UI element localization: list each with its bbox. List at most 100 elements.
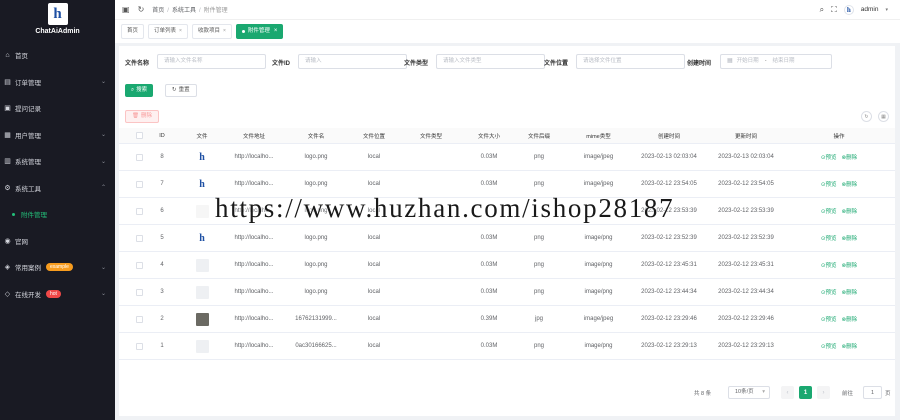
delete-link[interactable]: ⊗删除 [842, 315, 858, 323]
delete-link[interactable]: ⊗删除 [842, 342, 858, 350]
file-id-input[interactable]: 请输入 [298, 54, 407, 69]
tab-1[interactable]: 订单列表 × [148, 24, 188, 39]
tab-label: 首页 [127, 28, 139, 34]
sidebar-item-2[interactable]: ▣ 提问记录 [0, 95, 115, 122]
start-date-input[interactable]: 开始日期 [737, 55, 759, 68]
file-thumbnail[interactable] [195, 204, 209, 218]
file-thumbnail[interactable]: h [195, 150, 209, 164]
preview-link[interactable]: ⊙预览 [821, 261, 837, 269]
sidebar-item-4[interactable]: ▥ 系统管理 ⌄ [0, 148, 115, 175]
preview-link[interactable]: ⊙预览 [821, 288, 837, 296]
refresh-icon[interactable]: ↻ [138, 5, 145, 14]
sidebar-item-9[interactable]: ◇ 在线开发 hot ⌄ [0, 281, 115, 308]
avatar[interactable]: h [843, 4, 854, 15]
row-checkbox[interactable] [135, 234, 143, 242]
file-thumbnail[interactable] [195, 312, 209, 326]
close-icon[interactable]: × [179, 24, 182, 39]
file-thumbnail[interactable] [195, 258, 209, 272]
end-date-input[interactable]: 结束日期 [773, 55, 795, 68]
sidebar-menu: ⌂ 首页 ▤ 订单管理 ⌄ ▣ 提问记录 ▦ 用户管理 ⌄ ▥ 系统管理 ⌄ ⚙ 系统工具 ⌃ 附件管理 ◉ 官网 ◈… [0, 42, 115, 307]
cell-size: 0.03M [480, 262, 498, 268]
preview-link[interactable]: ⊙预览 [821, 207, 837, 215]
close-icon[interactable]: × [274, 24, 278, 39]
table-row[interactable]: 6 http://localho... logo.png local 2023-02-1… [119, 198, 895, 225]
row-select-cell[interactable] [129, 252, 149, 278]
chevron-down-icon[interactable]: ▾ [885, 7, 888, 13]
fullscreen-icon[interactable]: ⛶ [831, 5, 837, 15]
delete-link[interactable]: ⊗删除 [842, 153, 858, 161]
file-thumbnail[interactable]: h [195, 231, 209, 245]
search-icon[interactable]: ⌕ [820, 5, 824, 15]
table-row[interactable]: 8 h http://localho... logo.png local 0.03M png… [119, 144, 895, 171]
row-select-cell[interactable] [129, 225, 149, 251]
row-checkbox[interactable] [135, 207, 143, 215]
preview-link[interactable]: ⊙预览 [821, 234, 837, 242]
tab-2[interactable]: 收款项目 × [191, 24, 232, 39]
logo[interactable]: h ChatAiAdmin [0, 0, 115, 38]
row-checkbox[interactable] [135, 261, 143, 269]
refresh-table-icon[interactable]: ↻ [861, 111, 872, 122]
table-row[interactable]: 3 http://localho... logo.png local 0.03M png i… [119, 279, 895, 306]
menu-fold-icon[interactable]: ▣ [122, 5, 130, 14]
delete-link[interactable]: ⊗删除 [842, 234, 858, 242]
breadcrumb-system-tools[interactable]: 系统工具 [172, 8, 196, 14]
delete-link[interactable]: ⊗删除 [842, 261, 858, 269]
file-type-input[interactable]: 请输入文件类型 [436, 54, 545, 69]
sidebar-item-7[interactable]: ◉ 官网 [0, 228, 115, 255]
table-row[interactable]: 5 h http://localho... logo.png local 0.03M png… [119, 225, 895, 252]
reset-button[interactable]: ↻ 重置 [165, 84, 197, 97]
delete-link[interactable]: ⊗删除 [842, 180, 858, 188]
table-row[interactable]: 2 http://localho... 16762131999... local 0.3… [119, 306, 895, 333]
column-settings-icon[interactable]: ▦ [878, 111, 889, 122]
row-checkbox[interactable] [135, 342, 143, 350]
sidebar-item-3[interactable]: ▦ 用户管理 ⌄ [0, 122, 115, 149]
table-row[interactable]: 4 http://localho... logo.png local 0.03M png i… [119, 252, 895, 279]
row-select-cell[interactable] [129, 333, 149, 359]
sidebar-item-6[interactable]: 附件管理 [0, 201, 115, 228]
next-page-button[interactable]: › [817, 386, 830, 399]
created-date-range[interactable]: ▦ 开始日期 - 结束日期 [720, 54, 832, 69]
breadcrumb-home[interactable]: 首页 [152, 8, 164, 14]
code-icon: ◇ [4, 290, 11, 298]
row-checkbox[interactable] [135, 180, 143, 188]
row-actions: ⊙预览 ⊗删除 [789, 306, 889, 332]
close-icon[interactable]: × [223, 24, 226, 39]
row-select-cell[interactable] [129, 279, 149, 305]
sidebar-item-0[interactable]: ⌂ 首页 [0, 42, 115, 69]
row-select-cell[interactable] [129, 171, 149, 197]
row-checkbox[interactable] [135, 288, 143, 296]
delete-link[interactable]: ⊗删除 [842, 207, 858, 215]
delete-link[interactable]: ⊗删除 [842, 288, 858, 296]
search-button[interactable]: ⌕ 搜索 [125, 84, 154, 97]
tab-3[interactable]: 附件管理 × [235, 24, 284, 39]
row-select-cell[interactable] [129, 144, 149, 170]
preview-link[interactable]: ⊙预览 [821, 153, 837, 161]
prev-page-button[interactable]: ‹ [781, 386, 794, 399]
row-checkbox[interactable] [135, 153, 143, 161]
table-row[interactable]: 1 http://localho... 0ac30166625... local 0.0… [119, 333, 895, 360]
preview-link[interactable]: ⊙预览 [821, 342, 837, 350]
sidebar-item-5[interactable]: ⚙ 系统工具 ⌃ [0, 175, 115, 202]
preview-link[interactable]: ⊙预览 [821, 180, 837, 188]
table-row[interactable]: 7 h http://localho... logo.png local 0.03M png… [119, 171, 895, 198]
file-thumbnail[interactable] [195, 285, 209, 299]
file-location-select[interactable]: 请选择文件位置 [576, 54, 685, 69]
file-thumbnail[interactable]: h [195, 177, 209, 191]
column-header: 文件 [196, 133, 208, 140]
sidebar-item-8[interactable]: ◈ 常用案例 example ⌄ [0, 254, 115, 281]
username[interactable]: admin [861, 6, 879, 13]
sidebar-item-1[interactable]: ▤ 订单管理 ⌄ [0, 69, 115, 96]
preview-link[interactable]: ⊙预览 [821, 315, 837, 323]
page-number[interactable]: 1 [799, 386, 812, 399]
page-size-select[interactable]: 10条/页 ▾ [728, 386, 770, 399]
select-all-checkbox[interactable] [135, 132, 143, 139]
select-all-cell[interactable] [129, 128, 149, 143]
file-name-input[interactable]: 请输入文件名称 [157, 54, 266, 69]
tab-0[interactable]: 首页 [121, 24, 145, 39]
row-select-cell[interactable] [129, 306, 149, 332]
batch-delete-button[interactable]: 🗑 删除 [125, 110, 159, 123]
goto-page-input[interactable]: 1 [863, 386, 882, 399]
row-select-cell[interactable] [129, 198, 149, 224]
row-checkbox[interactable] [135, 315, 143, 323]
file-thumbnail[interactable] [195, 339, 209, 353]
